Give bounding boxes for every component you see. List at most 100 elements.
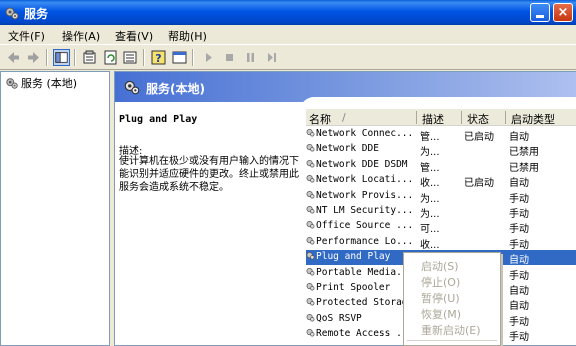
toolbar-separator	[143, 49, 145, 66]
minimize-button[interactable]	[530, 3, 550, 22]
service-name-cell: Protected Storag	[306, 297, 414, 308]
service-name-text: Protected Storag	[316, 297, 408, 309]
service-gear-icon	[306, 174, 315, 183]
service-gear-icon	[306, 143, 315, 152]
minimize-icon	[536, 15, 544, 18]
service-description-cell: 为...	[420, 209, 440, 220]
service-gear-icon	[306, 328, 315, 337]
service-name-cell: Network DDE	[306, 143, 414, 154]
service-name-cell: Performance Lo...	[306, 236, 414, 247]
service-description-cell: 为...	[420, 147, 440, 159]
tree-node-services-local[interactable]: 服务 (本地)	[5, 75, 77, 91]
service-name-text: Network DDE	[316, 143, 379, 155]
service-row[interactable]: Network Provis... 为... 手动	[306, 189, 576, 205]
service-name-cell: Network Locati...	[306, 174, 414, 185]
menu-action[interactable]: 操作(A)	[62, 28, 100, 44]
toolbar: ?	[0, 44, 576, 70]
stop-icon[interactable]	[221, 49, 238, 66]
context-menu-stop[interactable]: 停止(O)	[421, 274, 460, 290]
svg-text:?: ?	[155, 52, 161, 65]
toolbar-separator	[192, 49, 194, 66]
services-gear-icon	[5, 7, 19, 20]
service-startup-cell: 手动	[509, 224, 529, 236]
context-menu-resume[interactable]: 恢复(M)	[421, 306, 461, 322]
help-icon[interactable]: ?	[150, 49, 167, 66]
context-menu-start[interactable]: 启动(S)	[421, 258, 459, 274]
service-gear-icon	[306, 282, 315, 291]
service-description-cell: 为...	[420, 193, 440, 205]
service-row[interactable]: Network Locati... 收... 已启动 自动	[306, 173, 576, 190]
column-name[interactable]: 名称	[309, 111, 331, 127]
service-name-text: Network DDE DSDM	[316, 158, 408, 170]
service-gear-icon	[306, 251, 315, 260]
service-startup-cell: 自动	[509, 255, 529, 267]
service-gear-icon	[306, 236, 315, 245]
service-gear-icon	[306, 267, 315, 276]
service-name-text: NT LM Security...	[316, 205, 414, 216]
service-gear-icon	[306, 190, 315, 199]
service-name-text: Plug and Play	[316, 251, 391, 263]
service-name-text: Performance Lo...	[316, 235, 414, 247]
service-startup-cell: 自动	[509, 301, 529, 313]
show-console-icon[interactable]	[171, 49, 188, 66]
service-name-text: Remote Access ...	[316, 328, 414, 340]
pause-icon[interactable]	[242, 49, 259, 66]
context-menu-separator	[407, 340, 497, 341]
service-name-cell: Print Spooler	[306, 282, 414, 293]
play-icon[interactable]	[200, 49, 217, 66]
column-divider[interactable]	[505, 111, 506, 124]
service-name-text: Network Locati...	[316, 174, 414, 186]
service-startup-cell: 手动	[509, 332, 529, 344]
menu-file[interactable]: 文件(F)	[8, 28, 45, 44]
service-startup-cell: 已禁用	[509, 147, 539, 159]
refresh-icon[interactable]	[102, 49, 119, 66]
list-header: 名称 / 描述 状态 启动类型	[306, 109, 576, 126]
export-list-icon[interactable]	[122, 49, 139, 66]
services-gear-icon	[124, 80, 140, 95]
service-gear-icon	[306, 159, 315, 168]
service-name-text: Portable Media...	[316, 266, 414, 278]
service-status-cell: 已启动	[464, 178, 494, 190]
column-startup-type[interactable]: 启动类型	[511, 111, 555, 127]
close-icon: ×	[557, 5, 569, 20]
column-status[interactable]: 状态	[467, 111, 489, 127]
pane-title: 服务(本地)	[146, 82, 205, 96]
window-title: 服务	[24, 7, 49, 21]
service-row[interactable]: Network DDE 为... 已禁用	[306, 142, 576, 159]
service-startup-cell: 手动	[509, 316, 529, 328]
service-description-cell: 可...	[420, 224, 440, 236]
forward-arrow-icon[interactable]	[25, 49, 42, 66]
properties-icon[interactable]	[81, 49, 98, 66]
service-row[interactable]: Performance Lo... 收... 手动	[306, 235, 576, 251]
back-arrow-icon[interactable]	[5, 49, 22, 66]
service-startup-cell: 手动	[509, 270, 529, 282]
service-name-text: Network Provis...	[316, 189, 414, 201]
menu-help[interactable]: 帮助(H)	[168, 28, 207, 44]
service-name-cell: Network DDE DSDM	[306, 159, 414, 170]
close-button[interactable]: ×	[553, 3, 573, 22]
menu-bar: 文件(F) 操作(A) 查看(V) 帮助(H)	[0, 25, 576, 44]
title-bar: 服务 ×	[0, 0, 576, 25]
service-row[interactable]: Network DDE DSDM 管... 已禁用	[306, 158, 576, 174]
toolbar-separator	[46, 49, 48, 66]
show-tree-icon[interactable]	[53, 49, 70, 66]
service-name-cell: Network Provis...	[306, 190, 414, 201]
context-menu-pause[interactable]: 暂停(U)	[421, 290, 460, 306]
column-divider[interactable]	[461, 111, 462, 124]
context-menu: 启动(S) 停止(O) 暂停(U) 恢复(M) 重新启动(E)	[403, 252, 501, 346]
column-description[interactable]: 描述	[422, 111, 444, 127]
service-description-cell: 收...	[420, 239, 440, 251]
service-gear-icon	[306, 220, 315, 229]
service-row[interactable]: NT LM Security... 为... 手动	[306, 204, 576, 220]
menu-view[interactable]: 查看(V)	[115, 28, 153, 44]
selected-service-name: Plug and Play	[119, 114, 198, 125]
service-name-cell: Portable Media...	[306, 267, 414, 278]
service-row[interactable]: Office Source ... 可... 手动	[306, 219, 576, 236]
column-divider[interactable]	[416, 111, 417, 124]
service-description-cell: 收...	[420, 178, 440, 190]
service-gear-icon	[306, 297, 315, 306]
service-row[interactable]: Network Connec... 管... 已启动 自动	[306, 127, 576, 143]
service-name-text: Office Source ...	[316, 220, 414, 232]
context-menu-restart[interactable]: 重新启动(E)	[421, 322, 481, 338]
restart-icon[interactable]	[263, 49, 280, 66]
